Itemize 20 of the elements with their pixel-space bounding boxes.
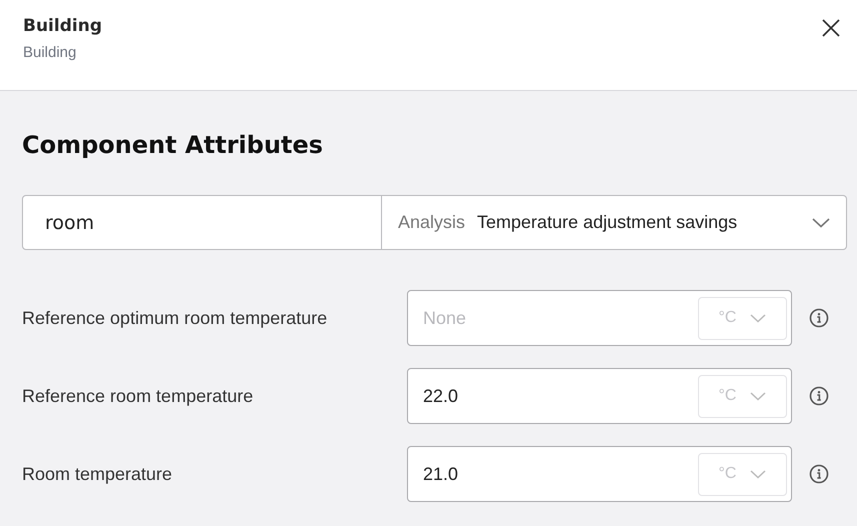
info-icon[interactable] <box>809 386 829 406</box>
section-heading: Component Attributes <box>22 130 324 161</box>
analysis-dropdown[interactable]: Analysis Temperature adjustment savings <box>382 195 847 250</box>
panel-subtitle: Building <box>23 44 78 61</box>
analysis-value: Temperature adjustment savings <box>477 212 738 233</box>
chevron-down-icon <box>750 469 766 479</box>
close-icon <box>821 18 841 38</box>
component-field[interactable]: room <box>22 195 382 250</box>
attribute-label: Reference optimum room temperature <box>22 308 328 328</box>
value-field[interactable]: 21.0 °C <box>407 446 792 502</box>
panel-title: Building <box>23 16 102 36</box>
chevron-down-icon <box>750 391 766 401</box>
info-icon[interactable] <box>809 464 829 484</box>
info-icon[interactable] <box>809 308 829 328</box>
chevron-down-icon <box>812 218 830 228</box>
attribute-label: Reference room temperature <box>22 386 254 406</box>
analysis-label: Analysis <box>398 212 466 233</box>
attribute-label: Room temperature <box>22 464 174 484</box>
chevron-down-icon <box>750 313 766 323</box>
value-field[interactable]: 22.0 °C <box>407 368 792 424</box>
